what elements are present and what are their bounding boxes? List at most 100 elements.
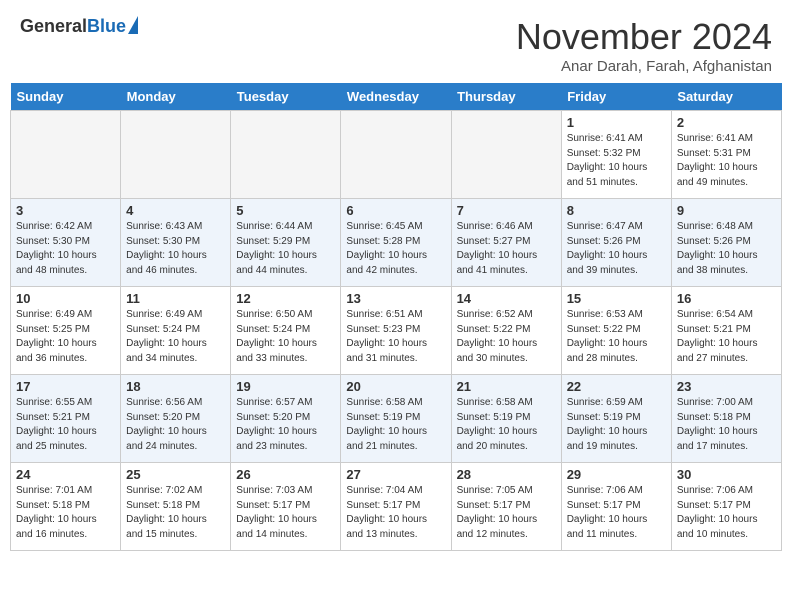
- calendar-container: SundayMondayTuesdayWednesdayThursdayFrid…: [0, 83, 792, 561]
- day-number: 1: [567, 115, 666, 130]
- calendar-cell: 16Sunrise: 6:54 AM Sunset: 5:21 PM Dayli…: [671, 287, 781, 375]
- day-detail: Sunrise: 6:58 AM Sunset: 5:19 PM Dayligh…: [346, 396, 445, 454]
- day-detail: Sunrise: 7:02 AM Sunset: 5:18 PM Dayligh…: [126, 484, 225, 542]
- week-row-2: 3 Sunrise: 6:42 AM Sunset: 5:30 PM Daylig…: [11, 199, 782, 287]
- day-number: 13: [346, 291, 445, 306]
- calendar-cell: 13Sunrise: 6:51 AM Sunset: 5:23 PM Dayli…: [341, 287, 451, 375]
- weekday-header-wednesday: Wednesday: [341, 83, 451, 111]
- day-number: 21: [457, 379, 556, 394]
- calendar-cell: 15 Sunrise: 6:53 AM Sunset: 5:22 PM Dayli…: [561, 287, 671, 375]
- day-detail: Sunrise: 6:55 AM Sunset: 5:21 PM Dayligh…: [16, 396, 115, 454]
- day-number: 2: [677, 115, 776, 130]
- calendar-cell: 10 Sunrise: 6:49 AM Sunset: 5:25 PM Dayli…: [11, 287, 121, 375]
- calendar-cell: [231, 111, 341, 199]
- day-number: 25: [126, 467, 225, 482]
- weekday-header-row: SundayMondayTuesdayWednesdayThursdayFrid…: [11, 83, 782, 111]
- calendar-cell: 5 Sunrise: 6:44 AM Sunset: 5:29 PM Daylig…: [231, 199, 341, 287]
- day-number: 28: [457, 467, 556, 482]
- day-detail: Sunrise: 6:59 AM Sunset: 5:19 PM Dayligh…: [567, 396, 666, 454]
- day-number: 18: [126, 379, 225, 394]
- calendar-table: SundayMondayTuesdayWednesdayThursdayFrid…: [10, 83, 782, 551]
- calendar-cell: 27Sunrise: 7:04 AM Sunset: 5:17 PM Dayli…: [341, 463, 451, 551]
- day-detail: Sunrise: 6:41 AM Sunset: 5:31 PM Dayligh…: [677, 132, 776, 190]
- week-row-1: 1 Sunrise: 6:41 AM Sunset: 5:32 PM Daylig…: [11, 111, 782, 199]
- day-detail: Sunrise: 7:06 AM Sunset: 5:17 PM Dayligh…: [677, 484, 776, 542]
- day-number: 23: [677, 379, 776, 394]
- day-detail: Sunrise: 6:53 AM Sunset: 5:22 PM Dayligh…: [567, 308, 666, 366]
- calendar-cell: 24 Sunrise: 7:01 AM Sunset: 5:18 PM Dayli…: [11, 463, 121, 551]
- calendar-cell: 8 Sunrise: 6:47 AM Sunset: 5:26 PM Daylig…: [561, 199, 671, 287]
- day-detail: Sunrise: 6:49 AM Sunset: 5:24 PM Dayligh…: [126, 308, 225, 366]
- day-number: 26: [236, 467, 335, 482]
- title-section: November 2024 Anar Darah, Farah, Afghani…: [516, 16, 772, 75]
- calendar-cell: 19Sunrise: 6:57 AM Sunset: 5:20 PM Dayli…: [231, 375, 341, 463]
- day-detail: Sunrise: 6:43 AM Sunset: 5:30 PM Dayligh…: [126, 220, 225, 278]
- day-number: 15: [567, 291, 666, 306]
- calendar-cell: [451, 111, 561, 199]
- day-number: 8: [567, 203, 666, 218]
- logo-blue-text: Blue: [87, 16, 126, 37]
- calendar-cell: 7 Sunrise: 6:46 AM Sunset: 5:27 PM Daylig…: [451, 199, 561, 287]
- calendar-cell: [341, 111, 451, 199]
- week-row-5: 24 Sunrise: 7:01 AM Sunset: 5:18 PM Dayli…: [11, 463, 782, 551]
- calendar-cell: 9Sunrise: 6:48 AM Sunset: 5:26 PM Daylig…: [671, 199, 781, 287]
- calendar-cell: 12 Sunrise: 6:50 AM Sunset: 5:24 PM Dayli…: [231, 287, 341, 375]
- day-detail: Sunrise: 7:04 AM Sunset: 5:17 PM Dayligh…: [346, 484, 445, 542]
- day-detail: Sunrise: 6:46 AM Sunset: 5:27 PM Dayligh…: [457, 220, 556, 278]
- logo-general-text: General: [20, 16, 87, 37]
- day-number: 3: [16, 203, 115, 218]
- day-detail: Sunrise: 7:00 AM Sunset: 5:18 PM Dayligh…: [677, 396, 776, 454]
- calendar-cell: 28Sunrise: 7:05 AM Sunset: 5:17 PM Dayli…: [451, 463, 561, 551]
- location-subtitle: Anar Darah, Farah, Afghanistan: [516, 58, 772, 75]
- day-detail: Sunrise: 6:58 AM Sunset: 5:19 PM Dayligh…: [457, 396, 556, 454]
- day-detail: Sunrise: 6:50 AM Sunset: 5:24 PM Dayligh…: [236, 308, 335, 366]
- day-detail: Sunrise: 6:56 AM Sunset: 5:20 PM Dayligh…: [126, 396, 225, 454]
- page-header: General Blue November 2024 Anar Darah, F…: [0, 0, 792, 83]
- calendar-cell: 14Sunrise: 6:52 AM Sunset: 5:22 PM Dayli…: [451, 287, 561, 375]
- weekday-header-tuesday: Tuesday: [231, 83, 341, 111]
- day-detail: Sunrise: 6:42 AM Sunset: 5:30 PM Dayligh…: [16, 220, 115, 278]
- day-detail: Sunrise: 7:01 AM Sunset: 5:18 PM Dayligh…: [16, 484, 115, 542]
- day-number: 22: [567, 379, 666, 394]
- calendar-cell: 2 Sunrise: 6:41 AM Sunset: 5:31 PM Daylig…: [671, 111, 781, 199]
- day-number: 9: [677, 203, 776, 218]
- calendar-cell: 4Sunrise: 6:43 AM Sunset: 5:30 PM Daylig…: [121, 199, 231, 287]
- day-number: 10: [16, 291, 115, 306]
- logo-icon: [128, 16, 138, 34]
- calendar-cell: 6 Sunrise: 6:45 AM Sunset: 5:28 PM Daylig…: [341, 199, 451, 287]
- day-detail: Sunrise: 6:44 AM Sunset: 5:29 PM Dayligh…: [236, 220, 335, 278]
- day-number: 19: [236, 379, 335, 394]
- logo: General Blue: [20, 16, 138, 37]
- day-detail: Sunrise: 6:41 AM Sunset: 5:32 PM Dayligh…: [567, 132, 666, 190]
- day-detail: Sunrise: 6:52 AM Sunset: 5:22 PM Dayligh…: [457, 308, 556, 366]
- day-detail: Sunrise: 6:54 AM Sunset: 5:21 PM Dayligh…: [677, 308, 776, 366]
- day-detail: Sunrise: 7:03 AM Sunset: 5:17 PM Dayligh…: [236, 484, 335, 542]
- day-number: 20: [346, 379, 445, 394]
- day-number: 6: [346, 203, 445, 218]
- calendar-cell: [11, 111, 121, 199]
- calendar-cell: 26 Sunrise: 7:03 AM Sunset: 5:17 PM Dayli…: [231, 463, 341, 551]
- calendar-cell: 17Sunrise: 6:55 AM Sunset: 5:21 PM Dayli…: [11, 375, 121, 463]
- calendar-cell: 3 Sunrise: 6:42 AM Sunset: 5:30 PM Daylig…: [11, 199, 121, 287]
- day-number: 30: [677, 467, 776, 482]
- day-detail: Sunrise: 6:47 AM Sunset: 5:26 PM Dayligh…: [567, 220, 666, 278]
- weekday-header-thursday: Thursday: [451, 83, 561, 111]
- day-number: 11: [126, 291, 225, 306]
- calendar-cell: 30 Sunrise: 7:06 AM Sunset: 5:17 PM Dayli…: [671, 463, 781, 551]
- day-detail: Sunrise: 6:45 AM Sunset: 5:28 PM Dayligh…: [346, 220, 445, 278]
- day-number: 5: [236, 203, 335, 218]
- day-number: 24: [16, 467, 115, 482]
- calendar-cell: 23 Sunrise: 7:00 AM Sunset: 5:18 PM Dayli…: [671, 375, 781, 463]
- week-row-3: 10 Sunrise: 6:49 AM Sunset: 5:25 PM Dayli…: [11, 287, 782, 375]
- calendar-cell: 11 Sunrise: 6:49 AM Sunset: 5:24 PM Dayli…: [121, 287, 231, 375]
- day-number: 12: [236, 291, 335, 306]
- day-number: 29: [567, 467, 666, 482]
- day-detail: Sunrise: 6:49 AM Sunset: 5:25 PM Dayligh…: [16, 308, 115, 366]
- weekday-header-sunday: Sunday: [11, 83, 121, 111]
- calendar-cell: 1 Sunrise: 6:41 AM Sunset: 5:32 PM Daylig…: [561, 111, 671, 199]
- day-number: 7: [457, 203, 556, 218]
- calendar-cell: 25 Sunrise: 7:02 AM Sunset: 5:18 PM Dayli…: [121, 463, 231, 551]
- week-row-4: 17Sunrise: 6:55 AM Sunset: 5:21 PM Dayli…: [11, 375, 782, 463]
- calendar-cell: 18 Sunrise: 6:56 AM Sunset: 5:20 PM Dayli…: [121, 375, 231, 463]
- month-title: November 2024: [516, 16, 772, 58]
